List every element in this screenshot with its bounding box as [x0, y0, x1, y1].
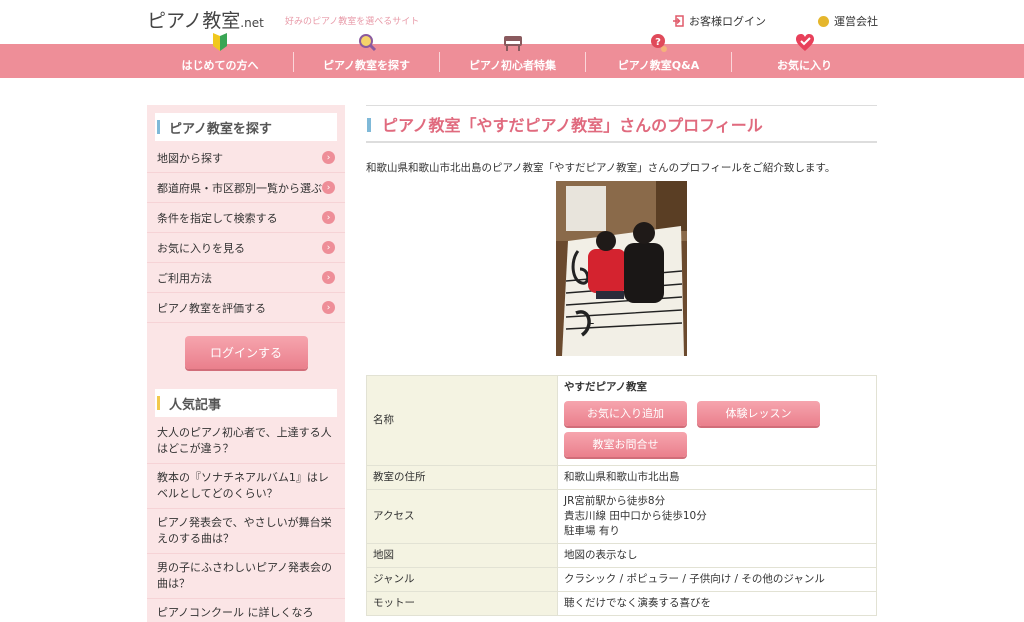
popular-articles-list: 大人のピアノ初心者で、上達する人はどこが違う？ 教本の『ソナチネアルバム1』はレ…: [147, 419, 345, 622]
beginner-leaf-icon: [213, 33, 227, 51]
sidebar-login-button[interactable]: ログインする: [184, 336, 308, 369]
company-icon: [818, 15, 829, 27]
customer-login-link[interactable]: お客様ログイン: [672, 13, 766, 29]
popular-article-link[interactable]: 大人のピアノ初心者で、上達する人はどこが違う？: [147, 419, 345, 464]
nav-label: ピアノ教室Q&A: [617, 59, 700, 72]
school-name: やすだピアノ教室: [564, 381, 648, 393]
login-icon: [673, 15, 684, 27]
access-line: 駐車場 有り: [564, 525, 620, 537]
nav-label: ピアノ初心者特集: [468, 59, 556, 72]
table-row: モットー 聴くだけでなく演奏する喜びを: [366, 591, 877, 616]
add-favorite-button[interactable]: お気に入り追加: [564, 401, 687, 426]
name-cell: やすだピアノ教室 お気に入り追加 体験レッスン 教室お問合せ: [557, 375, 877, 466]
magnifier-icon: [358, 34, 376, 52]
nav-item-qa[interactable]: ? ピアノ教室Q&A: [586, 34, 731, 78]
search-section-heading: ピアノ教室を探す: [155, 113, 337, 141]
sidebar-item-condition-search[interactable]: 条件を指定して検索する ›: [147, 203, 345, 233]
intro-text: 和歌山県和歌山市北出島のピアノ教室「やすだピアノ教室」さんのプロフィールをご紹介…: [366, 162, 836, 174]
table-row: 地図 地図の表示なし: [366, 543, 877, 568]
question-icon: ?: [650, 34, 667, 52]
company-link[interactable]: 運営会社: [818, 13, 878, 29]
sidebar-item-prefecture-list[interactable]: 都道府県・市区郡別一覧から選ぶ ›: [147, 173, 345, 203]
access-key: アクセス: [366, 489, 558, 544]
profile-table: 名称 やすだピアノ教室 お気に入り追加 体験レッスン 教室お問合せ 教室の住所 和…: [366, 375, 877, 616]
genre-key: ジャンル: [366, 567, 558, 592]
page-title: ピアノ教室「やすだピアノ教室」さんのプロフィール: [366, 105, 877, 143]
chevron-right-icon: ›: [322, 181, 335, 194]
nav-label: はじめての方へ: [181, 59, 259, 72]
main-content: ピアノ教室「やすだピアノ教室」さんのプロフィール 和歌山県和歌山市北出島のピアノ…: [366, 105, 877, 616]
table-row: 名称 やすだピアノ教室 お気に入り追加 体験レッスン 教室お問合せ: [366, 375, 877, 466]
motto-key: モットー: [366, 591, 558, 616]
sidebar-item-label: お気に入りを見る: [157, 241, 245, 255]
table-row: ジャンル クラシック / ポピュラー / 子供向け / その他のジャンル: [366, 567, 877, 592]
map-key: 地図: [366, 543, 558, 568]
popular-article-link[interactable]: ピアノコンクール に詳しくなろう！: [147, 599, 345, 622]
sidebar-item-label: 都道府県・市区郡別一覧から選ぶ: [157, 181, 322, 195]
chevron-right-icon: ›: [322, 301, 335, 314]
popular-section-heading: 人気記事: [155, 389, 337, 417]
logo-text: ピアノ教室: [147, 10, 241, 32]
svg-text:?: ?: [655, 37, 661, 48]
sidebar: ピアノ教室を探す 地図から探す › 都道府県・市区郡別一覧から選ぶ › 条件を指定し…: [147, 105, 345, 622]
heart-icon: [795, 34, 814, 51]
nav-item-favorites[interactable]: お気に入り: [732, 34, 877, 78]
nav-item-beginners[interactable]: はじめての方へ: [147, 33, 293, 78]
popular-article-link[interactable]: ピアノ発表会で、やさしいが舞台栄えのする曲は？: [147, 509, 345, 554]
access-line: JR宮前駅から徒歩8分: [564, 495, 666, 507]
login-link-label: お客様ログイン: [689, 15, 766, 28]
genre-value: クラシック / ポピュラー / 子供向け / その他のジャンル: [557, 567, 877, 592]
map-value: 地図の表示なし: [557, 543, 877, 568]
site-logo[interactable]: ピアノ教室.net: [147, 6, 264, 33]
nav-item-beginner-feature[interactable]: ピアノ初心者特集: [440, 36, 585, 78]
table-row: 教室の住所 和歌山県和歌山市北出島: [366, 465, 877, 490]
chevron-right-icon: ›: [322, 241, 335, 254]
sidebar-item-map-search[interactable]: 地図から探す ›: [147, 143, 345, 173]
chevron-right-icon: ›: [322, 151, 335, 164]
sidebar-item-how-to-use[interactable]: ご利用方法 ›: [147, 263, 345, 293]
address-key: 教室の住所: [366, 465, 558, 490]
access-value: JR宮前駅から徒歩8分 貴志川線 田中口から徒歩10分 駐車場 有り: [557, 489, 877, 544]
site-tagline: 好みのピアノ教室を選べるサイト: [285, 17, 420, 27]
chevron-right-icon: ›: [322, 211, 335, 224]
popular-article-link[interactable]: 教本の『ソナチネアルバム1』はレベルとしてどのくらい？: [147, 464, 345, 509]
table-row: アクセス JR宮前駅から徒歩8分 貴志川線 田中口から徒歩10分 駐車場 有り: [366, 489, 877, 544]
piano-icon: [503, 36, 522, 51]
address-value: 和歌山県和歌山市北出島: [557, 465, 877, 490]
contact-school-button[interactable]: 教室お問合せ: [564, 432, 687, 457]
trial-lesson-button[interactable]: 体験レッスン: [697, 401, 820, 426]
sidebar-item-rate-school[interactable]: ピアノ教室を評価する ›: [147, 293, 345, 323]
nav-label: お気に入り: [777, 59, 832, 72]
sidebar-item-label: ご利用方法: [157, 271, 212, 285]
nav-item-search[interactable]: ピアノ教室を探す: [294, 34, 439, 78]
chevron-right-icon: ›: [322, 271, 335, 284]
logo-suffix: .net: [240, 16, 264, 30]
sidebar-item-label: ピアノ教室を評価する: [157, 301, 267, 315]
main-nav: はじめての方へ ピアノ教室を探す ピアノ初心者特集 ? ピアノ教室Q&A お気に…: [0, 33, 1024, 78]
sidebar-item-label: 地図から探す: [157, 151, 223, 165]
popular-article-link[interactable]: 男の子にふさわしいピアノ発表会の曲は？: [147, 554, 345, 599]
sidebar-item-view-favorites[interactable]: お気に入りを見る ›: [147, 233, 345, 263]
company-link-label: 運営会社: [834, 15, 878, 28]
search-menu: 地図から探す › 都道府県・市区郡別一覧から選ぶ › 条件を指定して検索する › お気…: [147, 143, 345, 323]
name-key: 名称: [366, 375, 558, 466]
motto-value: 聴くだけでなく演奏する喜びを: [557, 591, 877, 616]
sidebar-item-label: 条件を指定して検索する: [157, 211, 278, 225]
nav-label: ピアノ教室を探す: [322, 59, 410, 72]
access-line: 貴志川線 田中口から徒歩10分: [564, 510, 707, 522]
school-photo: [556, 181, 687, 356]
